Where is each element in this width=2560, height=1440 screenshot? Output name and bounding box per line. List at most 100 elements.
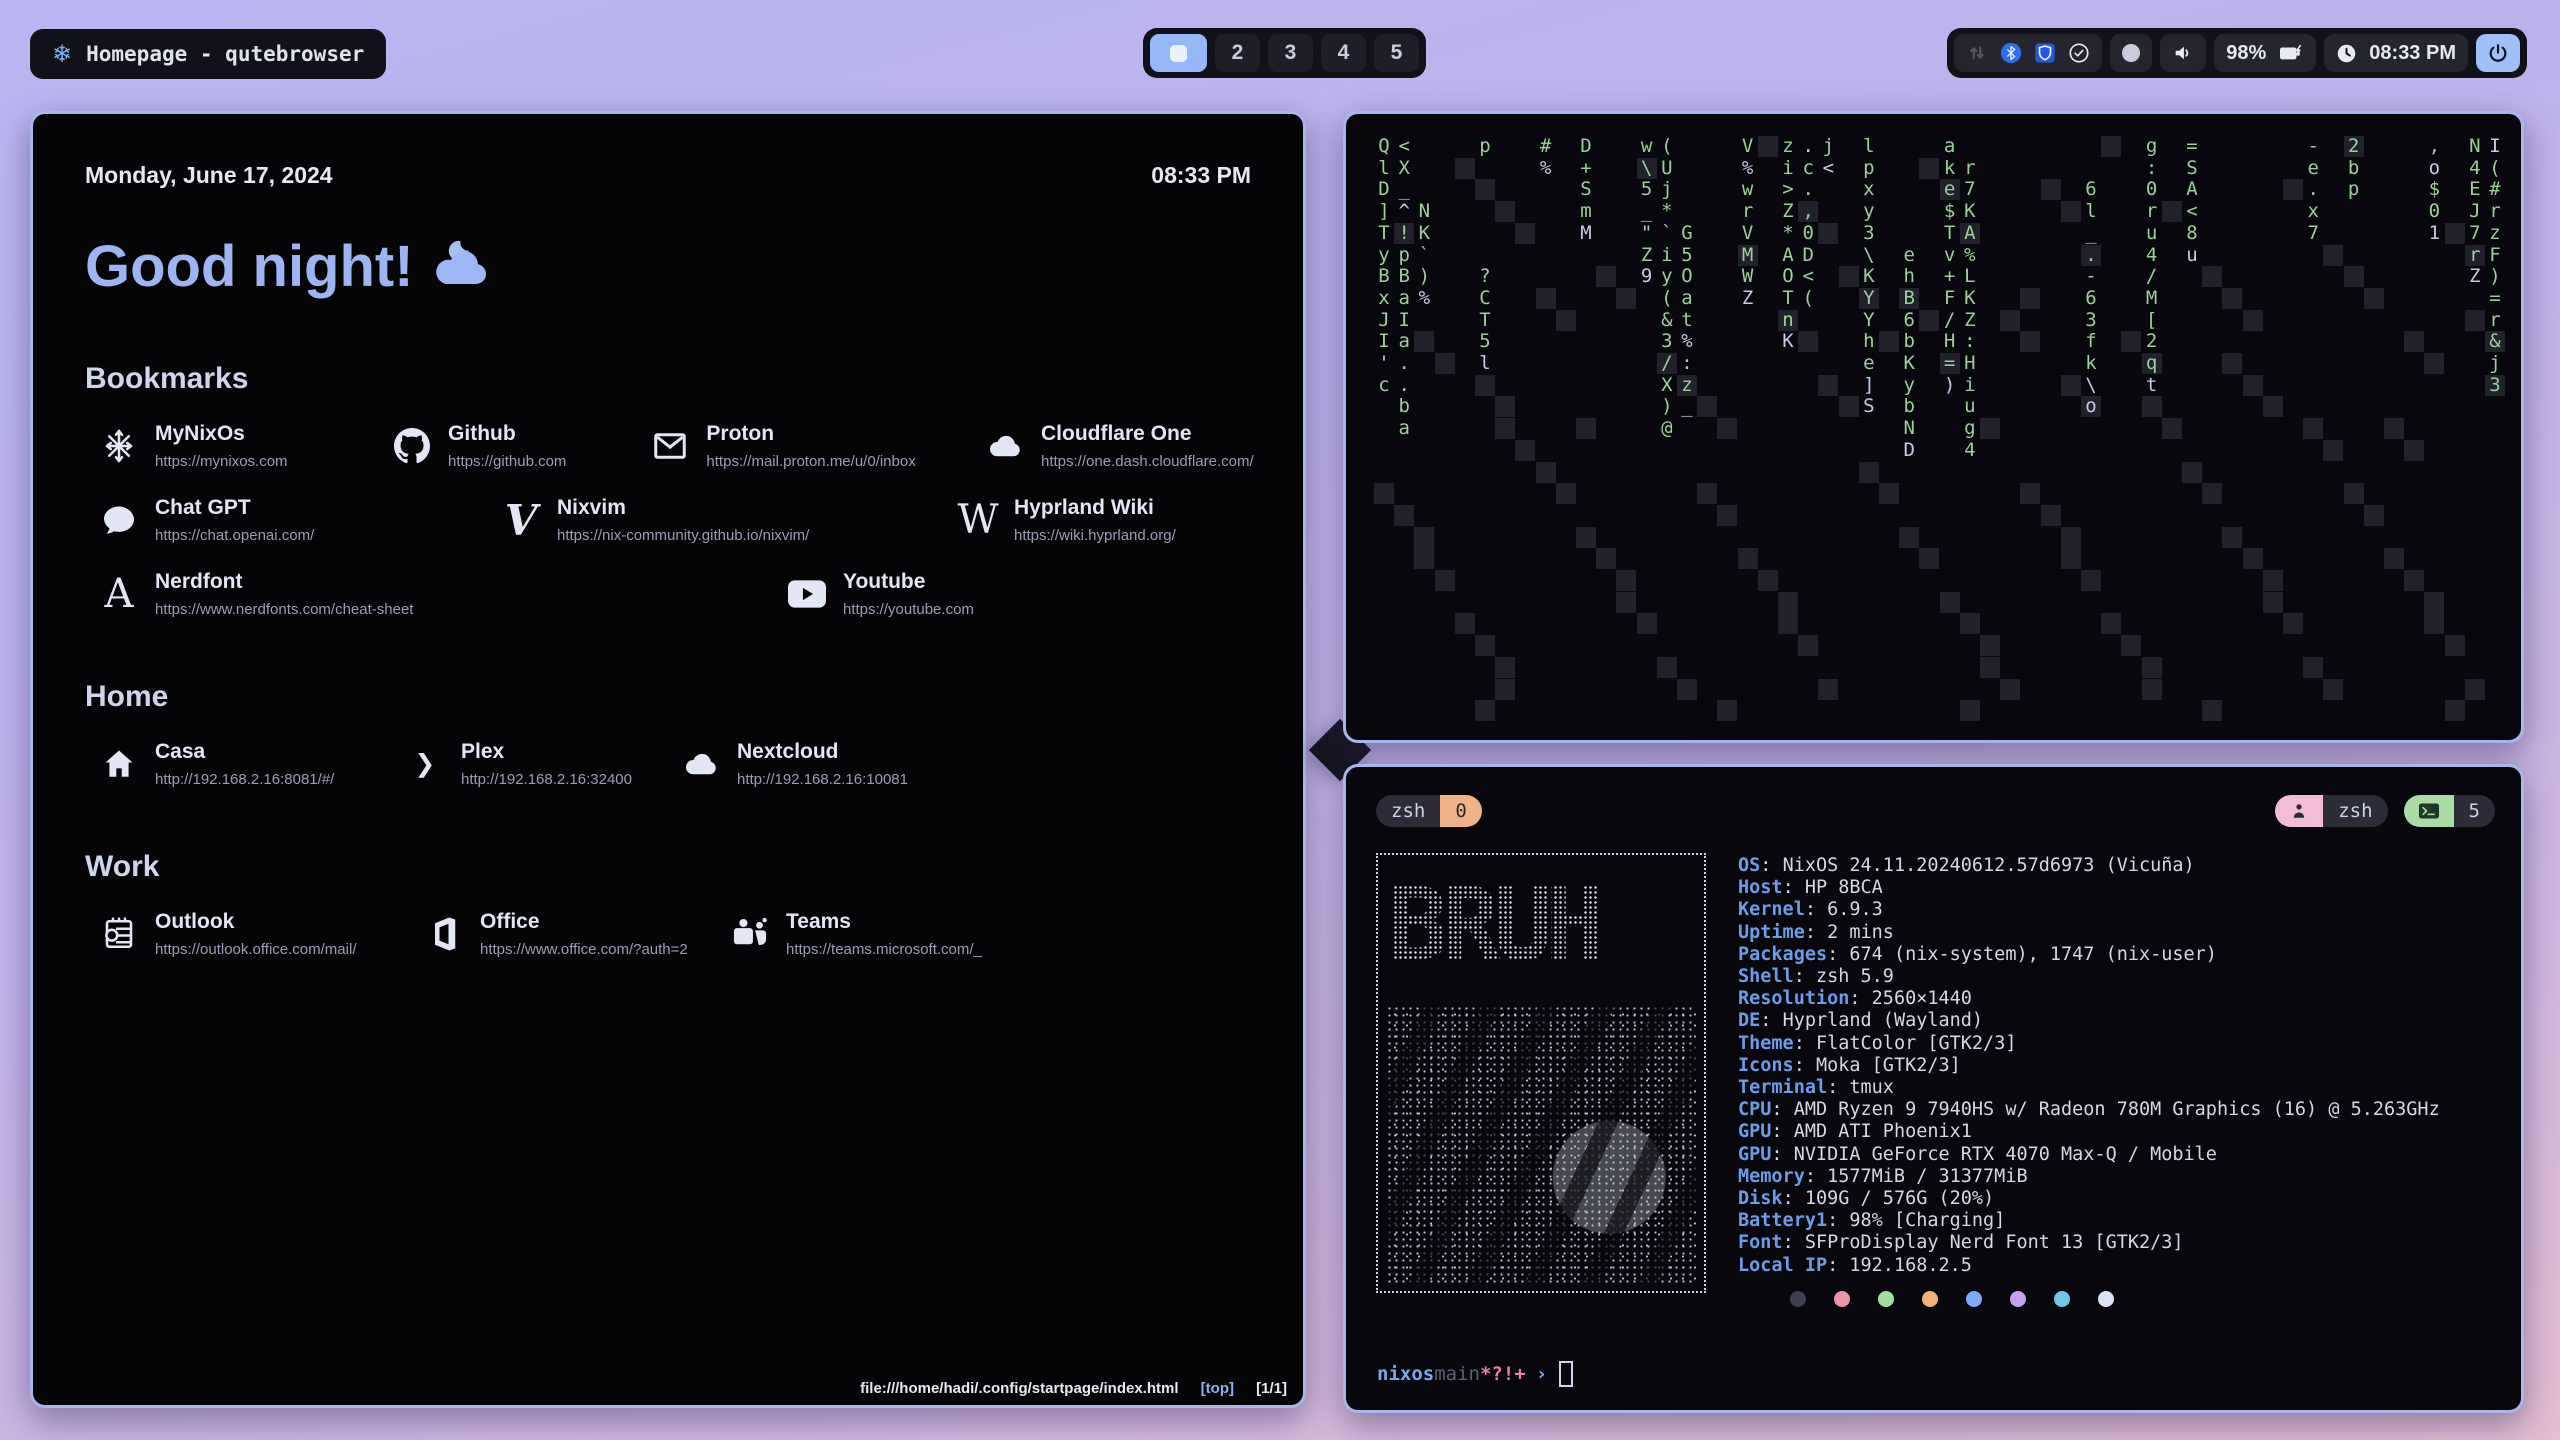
bookmark-youtube[interactable]: Youtubehttps://youtube.com <box>773 570 1053 618</box>
matrix-terminal-window[interactable]: QlD]TyBxJI'c<X_^!pBaIa..baNK`)%p?CT5l#%D… <box>1343 111 2524 743</box>
matrix-trail-block <box>1536 462 1556 483</box>
prompt-arrow: › <box>1536 1363 1547 1385</box>
matrix-trail-block <box>2283 179 2303 200</box>
matrix-trail-block <box>1637 613 1657 634</box>
fetch-value: tmux <box>1849 1077 1894 1098</box>
bookmark-nerdfont[interactable]: ANerdfonthttps://www.nerdfonts.com/cheat… <box>85 570 773 618</box>
bookmark-cloudflare-one[interactable]: Cloudflare Onehttps://one.dash.cloudflar… <box>971 422 1251 470</box>
matrix-trail-block <box>1717 505 1737 526</box>
bookmark-name: Nerdfont <box>155 570 413 594</box>
bookmark-url: https://www.nerdfonts.com/cheat-sheet <box>155 601 413 618</box>
bookmark-name: Github <box>448 422 566 446</box>
tray-battery[interactable]: 98% <box>2214 34 2316 72</box>
tray-status-icons[interactable] <box>1954 34 2102 72</box>
matrix-trail-block <box>2465 679 2485 700</box>
fetch-terminal-window[interactable]: zsh0 zsh5 BRUH OS: NixOS 24.11.20240612.… <box>1343 764 2524 1413</box>
fetch-key: GPU <box>1738 1121 1771 1142</box>
workspace-button-5[interactable]: 5 <box>1374 34 1419 72</box>
tray-clock[interactable]: 08:33 PM <box>2324 34 2468 72</box>
qutebrowser-window[interactable]: Monday, June 17, 2024 08:33 PM Good nigh… <box>30 111 1306 1408</box>
matrix-character-stream: 2bp <box>2344 136 2364 201</box>
matrix-trail-block <box>1495 418 1515 439</box>
bookmark-office[interactable]: Officehttps://www.office.com/?auth=2 <box>410 910 716 958</box>
bookmark-plex[interactable]: ❯Plexhttp://192.168.2.16:32400 <box>391 740 667 788</box>
matrix-trail-block <box>2445 635 2465 656</box>
shell-prompt[interactable]: nixos main *?!+ › <box>1377 1361 1573 1387</box>
tray-indicator[interactable] <box>2110 34 2152 72</box>
matrix-trail-block <box>2222 527 2242 548</box>
matrix-character-stream: -e.x7 <box>2303 136 2323 245</box>
palette-dot <box>2054 1291 2070 1307</box>
matrix-trail-block <box>1697 483 1717 504</box>
workspace-button-1[interactable] <box>1150 34 1207 72</box>
matrix-character-stream: g:0ru4/M[2qt <box>2142 136 2162 396</box>
palette-dot <box>1878 1291 1894 1307</box>
matrix-character-stream: QlD]TyBxJI'c <box>1374 136 1394 396</box>
bookmark-proton[interactable]: Protonhttps://mail.proton.me/u/0/inbox <box>636 422 971 470</box>
youtube-icon <box>787 574 827 614</box>
palette-dot <box>1834 1291 1850 1307</box>
workspace-button-2[interactable]: 2 <box>1215 34 1260 72</box>
matrix-trail-block <box>1919 158 1939 179</box>
bookmark-nixvim[interactable]: VNixvimhttps://nix-community.github.io/n… <box>487 496 944 544</box>
tray-volume[interactable] <box>2160 34 2206 72</box>
fetch-info-line: Packages: 674 (nix-system), 1747 (nix-us… <box>1738 944 2440 966</box>
power-button[interactable] <box>2476 34 2520 72</box>
workspace-button-4[interactable]: 4 <box>1321 34 1366 72</box>
matrix-trail-block <box>2243 548 2263 569</box>
matrix-trail-block <box>1435 353 1455 374</box>
matrix-character-stream: #% <box>1536 136 1556 179</box>
check-circle-icon <box>2068 42 2090 64</box>
fetch-value: HP 8BCA <box>1805 877 1883 898</box>
prompt-git-flags: *?!+ <box>1480 1363 1526 1385</box>
fetch-value: NVIDIA GeForce RTX 4070 Max-Q / Mobile <box>1794 1144 2217 1165</box>
bookmark-chat-gpt[interactable]: Chat GPThttps://chat.openai.com/ <box>85 496 487 544</box>
matrix-character-stream: 6l_.-63fk\o <box>2081 179 2101 418</box>
matrix-trail-block <box>1960 700 1980 721</box>
bookmark-nextcloud[interactable]: Nextcloudhttp://192.168.2.16:10081 <box>667 740 947 788</box>
speaker-icon <box>2172 42 2194 64</box>
bookmark-name: Hyprland Wiki <box>1014 496 1176 520</box>
matrix-trail-block <box>2202 700 2222 721</box>
tmux-segment: 5 <box>2454 795 2495 827</box>
cmatrix-rain: QlD]TyBxJI'c<X_^!pBaIa..baNK`)%p?CT5l#%D… <box>1346 114 2521 740</box>
bookmark-hyprland-wiki[interactable]: WHyprland Wikihttps://wiki.hyprland.org/ <box>944 496 1224 544</box>
bookmark-url: https://one.dash.cloudflare.com/ <box>1041 453 1254 470</box>
fetch-value: 98% [Charging] <box>1849 1210 2005 1231</box>
bookmark-teams[interactable]: Teamshttps://teams.microsoft.com/_ <box>716 910 996 958</box>
matrix-trail-block <box>1374 483 1394 504</box>
matrix-character-stream: p <box>1475 136 1495 158</box>
battery-charging-icon <box>2278 42 2304 64</box>
bookmark-url: https://www.office.com/?auth=2 <box>480 941 688 958</box>
matrix-trail-block <box>1475 700 1495 721</box>
matrix-trail-block <box>1717 700 1737 721</box>
bookmark-casa[interactable]: Casahttp://192.168.2.16:8081/#/ <box>85 740 391 788</box>
bookmark-mynixos[interactable]: MyNixOshttps://mynixos.com <box>85 422 378 470</box>
palette-dot <box>2098 1291 2114 1307</box>
matrix-trail-block <box>1839 266 1859 287</box>
nixos-snowflake-icon: ❄ <box>52 40 72 69</box>
matrix-trail-block <box>2222 353 2242 374</box>
fetch-info-line: Shell: zsh 5.9 <box>1738 966 2440 988</box>
terminal-icon <box>2404 795 2454 827</box>
matrix-trail-block <box>1738 548 1758 569</box>
matrix-trail-block <box>1919 548 1939 569</box>
fetch-key: CPU <box>1738 1099 1771 1120</box>
matrix-character-stream: NK`)% <box>1414 201 1434 310</box>
house-icon <box>99 744 139 784</box>
matrix-trail-block <box>2142 679 2162 700</box>
bookmark-github[interactable]: Githubhttps://github.com <box>378 422 636 470</box>
workspace-button-3[interactable]: 3 <box>1268 34 1313 72</box>
matrix-trail-block <box>1536 288 1556 309</box>
clock-icon <box>2336 43 2357 64</box>
tmux-segment: zsh <box>1376 795 1440 827</box>
matrix-trail-block <box>2142 396 2162 417</box>
fetch-key: Local IP <box>1738 1255 1827 1276</box>
matrix-trail-block <box>1960 613 1980 634</box>
bookmark-outlook[interactable]: Outlookhttps://outlook.office.com/mail/ <box>85 910 410 958</box>
matrix-character-stream: <X_^!pBaIa..ba <box>1394 136 1414 440</box>
fetch-value: NixOS 24.11.20240612.57d6973 (Vicuña) <box>1783 855 2195 876</box>
snowflake-icon <box>99 426 139 466</box>
section-title-work: Work <box>85 850 1251 884</box>
matrix-trail-block <box>2243 310 2263 331</box>
